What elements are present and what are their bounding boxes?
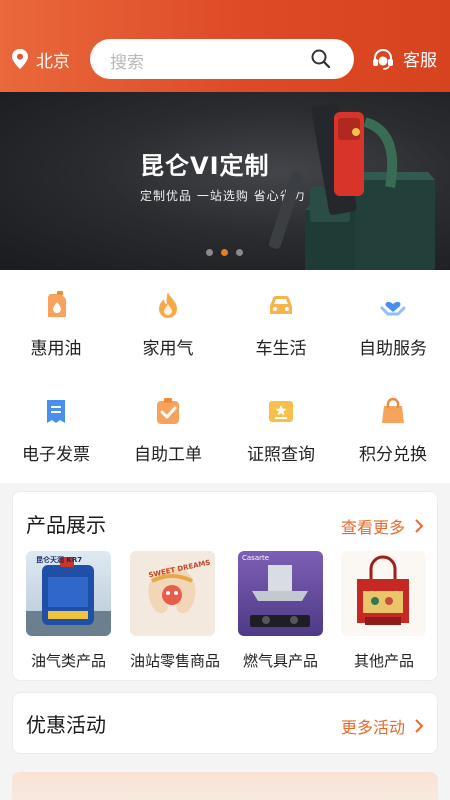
menu-label: 证照查询 xyxy=(247,445,315,465)
pagination-dot-active[interactable] xyxy=(221,249,228,256)
menu-label: 自助服务 xyxy=(359,339,427,359)
menu-item-gas[interactable]: 家用气 xyxy=(112,270,224,360)
fuel-can-icon xyxy=(48,291,66,317)
product-image-other xyxy=(341,551,426,636)
banner-products-image xyxy=(268,103,435,270)
menu-item-work-order[interactable]: 自助工单 xyxy=(112,376,224,466)
quick-menu-grid: 惠用油 家用气 车生活 自助服务 电子发票 自助工单 证照查询 积分兑换 xyxy=(0,270,450,483)
flame-icon xyxy=(159,292,177,318)
search-bar[interactable]: 搜索 xyxy=(90,39,354,79)
search-placeholder: 搜索 xyxy=(110,53,144,73)
menu-item-fuel[interactable]: 惠用油 xyxy=(0,270,112,360)
product-label: 油气类产品 xyxy=(31,652,107,670)
headset-icon xyxy=(373,48,393,70)
product-image-retail: SWEET DREAMS xyxy=(130,551,215,636)
menu-label: 自助工单 xyxy=(134,445,202,465)
certificate-icon xyxy=(269,401,293,422)
product-image-oil: 昆仑天润 KR7 xyxy=(26,551,111,636)
customer-service-label: 客服 xyxy=(403,51,437,71)
search-icon[interactable] xyxy=(310,48,332,70)
menu-item-self-service[interactable]: 自助服务 xyxy=(337,270,449,360)
location-selector[interactable]: 北京 xyxy=(10,46,70,72)
product-image-gas-appliance: Casarte xyxy=(238,551,323,636)
location-label: 北京 xyxy=(36,51,70,72)
product-label: 油站零售商品 xyxy=(130,652,221,670)
more-promotions-label: 更多活动 xyxy=(340,718,405,737)
location-pin-icon xyxy=(12,49,28,69)
hand-heart-icon xyxy=(380,301,406,316)
pagination-dot[interactable] xyxy=(236,249,243,256)
menu-label: 惠用油 xyxy=(30,339,82,359)
products-title: 产品展示 xyxy=(26,513,106,537)
products-card: 产品展示 查看更多 昆仑天润 KR7 油气类产品 SWEET DREAMS 油站… xyxy=(12,491,438,681)
menu-label: 家用气 xyxy=(142,339,194,359)
menu-item-certificate[interactable]: 证照查询 xyxy=(225,376,337,466)
banner-pagination xyxy=(206,249,251,256)
promotions-card: 优惠活动 更多活动 xyxy=(12,692,438,754)
view-more-label: 查看更多 xyxy=(340,518,405,537)
clipboard-check-icon xyxy=(157,398,179,424)
product-image-text: 昆仑天润 KR7 xyxy=(36,556,83,564)
menu-label: 电子发票 xyxy=(22,445,90,465)
car-icon xyxy=(270,296,292,314)
top-header: 北京 搜索 客服 xyxy=(0,0,450,92)
menu-label: 积分兑换 xyxy=(359,445,427,465)
product-image-text: Casarte xyxy=(242,554,270,562)
view-more-products-link[interactable]: 查看更多 xyxy=(341,514,425,538)
customer-service-button[interactable]: 客服 xyxy=(371,46,437,71)
promo-banner[interactable]: 昆仑VI定制 定制优品 一站选购 省心省力 xyxy=(0,92,450,270)
product-label: 燃气具产品 xyxy=(243,652,319,670)
menu-item-invoice[interactable]: 电子发票 xyxy=(0,376,112,466)
menu-item-car[interactable]: 车生活 xyxy=(225,270,337,360)
promotion-preview-card[interactable] xyxy=(12,772,438,800)
invoice-icon xyxy=(47,400,65,423)
shopping-bag-icon xyxy=(382,397,404,423)
promotions-title: 优惠活动 xyxy=(26,713,106,737)
chevron-right-icon xyxy=(415,519,424,533)
chevron-right-icon xyxy=(415,719,424,733)
menu-label: 车生活 xyxy=(255,339,307,359)
pagination-dot[interactable] xyxy=(206,249,213,256)
product-label: 其他产品 xyxy=(354,652,415,670)
more-promotions-link[interactable]: 更多活动 xyxy=(341,714,425,738)
menu-item-points[interactable]: 积分兑换 xyxy=(337,376,449,466)
